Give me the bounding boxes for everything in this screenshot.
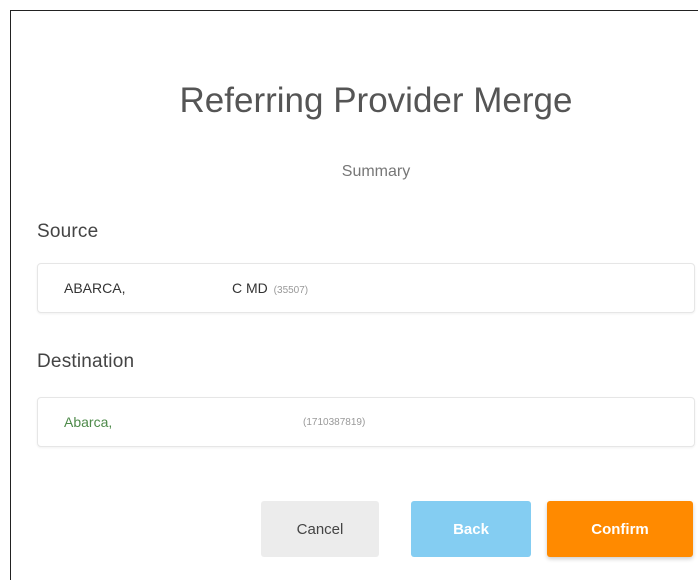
destination-label: Destination <box>37 351 135 372</box>
dialog-title: Referring Provider Merge <box>179 81 573 120</box>
destination-field: Abarca, (1710387819) <box>37 397 695 447</box>
source-suffix-group: C MD (35507) <box>232 280 308 296</box>
dialog-subtitle: Summary <box>341 163 411 180</box>
destination-id: (1710387819) <box>303 417 366 428</box>
source-name: ABARCA, <box>64 280 126 296</box>
merge-dialog: Referring Provider Merge Summary Source … <box>10 10 698 580</box>
confirm-button[interactable]: Confirm <box>547 501 693 557</box>
source-suffix: C MD <box>232 280 268 296</box>
cancel-button[interactable]: Cancel <box>261 501 379 557</box>
source-id: (35507) <box>273 285 309 296</box>
destination-name: Abarca, <box>64 414 113 430</box>
back-button[interactable]: Back <box>411 501 531 557</box>
source-label: Source <box>37 221 99 242</box>
source-field: ABARCA, C MD (35507) <box>37 263 695 313</box>
